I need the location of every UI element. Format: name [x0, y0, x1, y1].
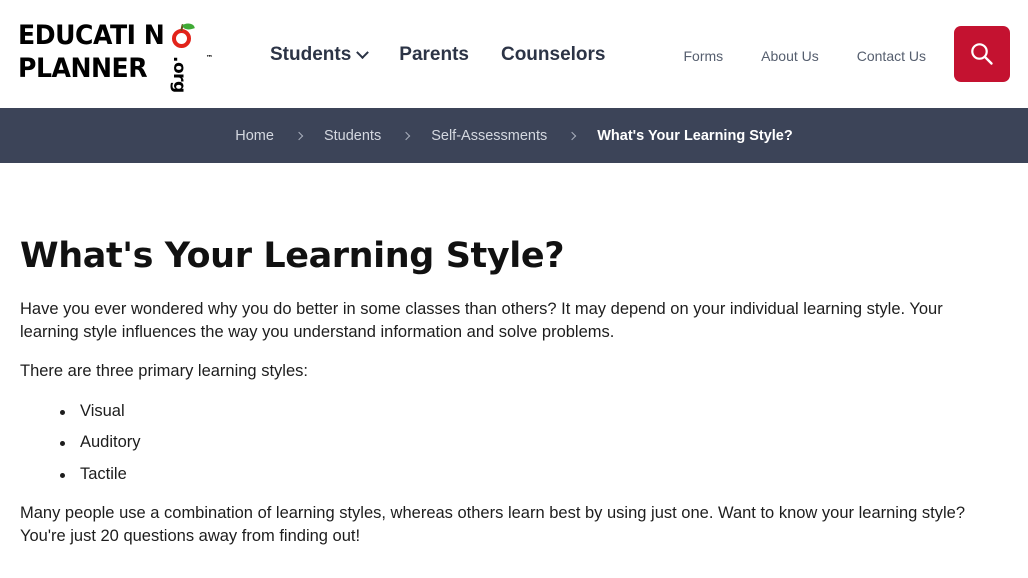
- breadcrumb-item-self-assessments[interactable]: Self-Assessments: [431, 128, 547, 144]
- breadcrumb: Home Students Self-Assessments What's Yo…: [235, 128, 792, 144]
- logo-text-education: EDUCATI N: [18, 20, 165, 51]
- logo-text-org: .org: [169, 56, 189, 93]
- nav-item-parents[interactable]: Parents: [399, 44, 469, 66]
- intro-paragraph: Have you ever wondered why you do better…: [20, 299, 943, 341]
- nav-item-students[interactable]: Students: [270, 44, 370, 66]
- site-logo[interactable]: EDUCATI N PLANNER .org ™: [18, 20, 214, 93]
- nav-item-students-label: Students: [270, 44, 352, 65]
- chevron-right-icon: [401, 131, 411, 140]
- closing-paragraph: Many people use a combination of learnin…: [20, 504, 965, 546]
- nav-item-parents-label: Parents: [399, 44, 469, 65]
- chevron-down-icon: [356, 45, 370, 59]
- search-button[interactable]: [954, 26, 1010, 82]
- page-title: What's Your Learning Style?: [20, 236, 565, 276]
- breadcrumb-item-current: What's Your Learning Style?: [597, 127, 793, 144]
- list-item: Tactile: [20, 463, 1008, 486]
- breadcrumb-bar: Home Students Self-Assessments What's Yo…: [0, 108, 1028, 163]
- learning-styles-list: Visual Auditory Tactile: [20, 400, 1008, 486]
- search-icon: [971, 43, 993, 65]
- styles-intro-paragraph: There are three primary learning styles:: [20, 362, 308, 381]
- breadcrumb-item-students[interactable]: Students: [324, 128, 381, 144]
- nav-item-counselors[interactable]: Counselors: [501, 44, 606, 66]
- logo-text-planner: PLANNER: [18, 53, 148, 84]
- chevron-right-icon: [568, 131, 577, 140]
- logo-trademark: ™: [206, 54, 213, 62]
- primary-navigation: Students Parents Counselors: [270, 44, 606, 66]
- site-header: EDUCATI N PLANNER .org ™ Students Parent…: [0, 0, 1028, 108]
- nav-item-counselors-label: Counselors: [500, 44, 606, 65]
- nav-item-about-us[interactable]: About Us: [761, 48, 819, 64]
- secondary-navigation: Forms About Us Contact Us: [683, 48, 926, 64]
- chevron-right-icon: [294, 131, 304, 140]
- list-item: Auditory: [20, 431, 1008, 454]
- apple-icon: [170, 21, 195, 48]
- list-item: Visual: [20, 400, 1008, 423]
- nav-item-contact-us[interactable]: Contact Us: [857, 48, 926, 64]
- nav-item-forms[interactable]: Forms: [683, 48, 723, 64]
- main-content: What's Your Learning Style? Have you eve…: [0, 237, 1028, 549]
- breadcrumb-item-home[interactable]: Home: [235, 128, 274, 144]
